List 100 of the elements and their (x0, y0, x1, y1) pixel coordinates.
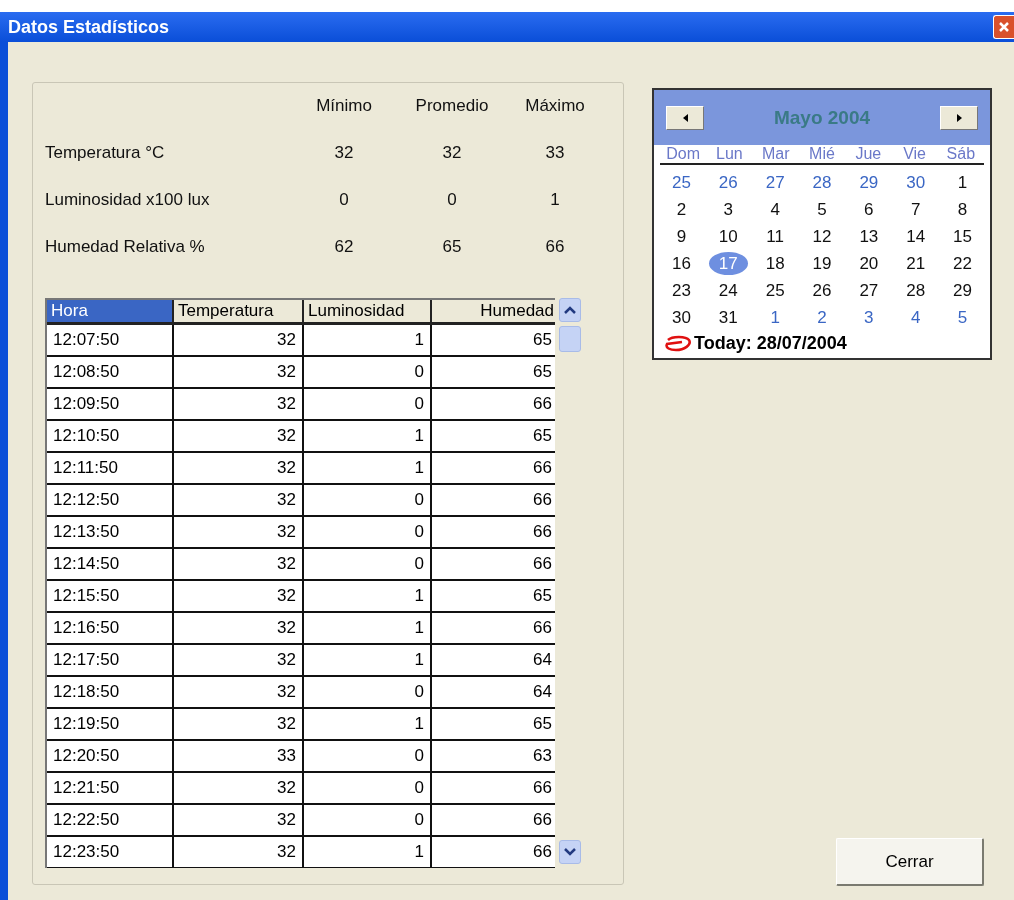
previous-month-button[interactable] (666, 105, 704, 130)
close-dialog-button[interactable]: Cerrar (836, 838, 984, 886)
table-cell: 32 (174, 453, 304, 485)
calendar-day[interactable]: 7 (892, 196, 940, 223)
table-cell: 1 (304, 709, 432, 741)
table-cell: 66 (432, 453, 556, 485)
stat-value: 1 (549, 188, 561, 211)
today-label[interactable]: Today: 28/07/2004 (694, 333, 847, 354)
calendar-day[interactable]: 19 (798, 250, 846, 277)
calendar-day[interactable]: 5 (798, 196, 846, 223)
table-cell: 12:13:50 (47, 517, 174, 549)
table-cell: 12:16:50 (47, 613, 174, 645)
table-cell: 1 (304, 581, 432, 613)
calendar-day[interactable]: 22 (939, 250, 986, 277)
calendar-day[interactable]: 26 (798, 277, 846, 304)
calendar-day[interactable]: 11 (751, 223, 799, 250)
scroll-down-button[interactable] (559, 840, 582, 864)
calendar-day[interactable]: 21 (892, 250, 940, 277)
table-cell: 1 (304, 613, 432, 645)
table-cell: 12:20:50 (47, 741, 174, 773)
table-cell: 1 (304, 453, 432, 485)
calendar-day[interactable]: 31 (704, 304, 752, 331)
calendar-day[interactable]: 1 (751, 304, 799, 331)
table-cell: 0 (304, 805, 432, 837)
calendar-day[interactable]: 15 (939, 223, 986, 250)
table-cell: 66 (432, 613, 556, 645)
calendar-day[interactable]: 30 (658, 304, 705, 331)
table-cell: 1 (304, 325, 432, 357)
table-cell: 65 (432, 581, 556, 613)
calendar-day[interactable]: 30 (892, 169, 940, 196)
column-header[interactable]: Luminosidad (304, 300, 432, 325)
calendar-day[interactable]: 2 (798, 304, 846, 331)
calendar-day[interactable]: 14 (892, 223, 940, 250)
calendar-day[interactable]: 1 (939, 169, 986, 196)
calendar-day[interactable]: 18 (751, 250, 799, 277)
calendar-day[interactable]: 16 (658, 250, 705, 277)
table-cell: 12:19:50 (47, 709, 174, 741)
calendar-day[interactable]: 3 (845, 304, 893, 331)
calendar-day[interactable]: 9 (658, 223, 705, 250)
table-cell: 0 (304, 485, 432, 517)
table-cell: 65 (432, 709, 556, 741)
table-cell: 32 (174, 357, 304, 389)
calendar-day[interactable]: 29 (939, 277, 986, 304)
calendar-day[interactable]: 27 (845, 277, 893, 304)
table-cell: 0 (304, 773, 432, 805)
calendar-day[interactable]: 8 (939, 196, 986, 223)
close-button[interactable] (993, 15, 1014, 39)
stat-value: 65 (441, 235, 463, 258)
scroll-thumb[interactable] (559, 326, 582, 352)
calendar-day[interactable]: 24 (704, 277, 752, 304)
calendar-day[interactable]: 10 (704, 223, 752, 250)
calendar-day[interactable]: 2 (658, 196, 705, 223)
table-cell: 32 (174, 421, 304, 453)
right-triangle-icon (956, 113, 962, 122)
calendar-day[interactable]: 4 (751, 196, 799, 223)
table-cell: 12:17:50 (47, 645, 174, 677)
calendar-day[interactable]: 26 (704, 169, 752, 196)
calendar-day[interactable]: 20 (845, 250, 893, 277)
calendar-day[interactable]: 27 (751, 169, 799, 196)
column-label: Máximo (524, 95, 586, 117)
weekday-label: Mié (808, 145, 836, 163)
calendar-day[interactable]: 3 (704, 196, 752, 223)
row-label: Humedad Relativa % (45, 235, 206, 258)
calendar-day[interactable]: 4 (892, 304, 940, 331)
table-cell: 32 (174, 709, 304, 741)
stat-value: 33 (544, 141, 566, 164)
table-cell: 0 (304, 741, 432, 773)
calendar-day[interactable]: 6 (845, 196, 893, 223)
column-header[interactable]: Temperatura (174, 300, 304, 325)
table-cell: 66 (432, 549, 556, 581)
column-label: Promedio (414, 95, 490, 117)
table-cell: 32 (174, 773, 304, 805)
table-cell: 12:12:50 (47, 485, 174, 517)
calendar-day[interactable]: 29 (845, 169, 893, 196)
table-cell: 32 (174, 549, 304, 581)
calendar-day[interactable]: 25 (658, 169, 705, 196)
table-cell: 12:23:50 (47, 837, 174, 868)
calendar-day[interactable]: 28 (798, 169, 846, 196)
table-cell: 66 (432, 485, 556, 517)
table-cell: 65 (432, 325, 556, 357)
chevron-up-icon (564, 306, 577, 314)
stat-value: 66 (544, 235, 566, 258)
stat-value: 32 (441, 141, 463, 164)
chevron-down-icon (564, 848, 577, 856)
column-header[interactable]: Hora (47, 300, 174, 325)
table-cell: 0 (304, 357, 432, 389)
calendar-day[interactable]: 12 (798, 223, 846, 250)
table-cell: 66 (432, 389, 556, 421)
calendar-day[interactable]: 13 (845, 223, 893, 250)
stat-value: 62 (333, 235, 355, 258)
calendar-day[interactable]: 25 (751, 277, 799, 304)
table-cell: 32 (174, 325, 304, 357)
scroll-up-button[interactable] (559, 298, 582, 322)
calendar-day[interactable]: 5 (939, 304, 986, 331)
next-month-button[interactable] (940, 105, 978, 130)
table-cell: 32 (174, 485, 304, 517)
calendar-day[interactable]: 23 (658, 277, 705, 304)
calendar-day[interactable]: 28 (892, 277, 940, 304)
table-cell: 12:10:50 (47, 421, 174, 453)
weekday-label: Dom (665, 145, 702, 163)
